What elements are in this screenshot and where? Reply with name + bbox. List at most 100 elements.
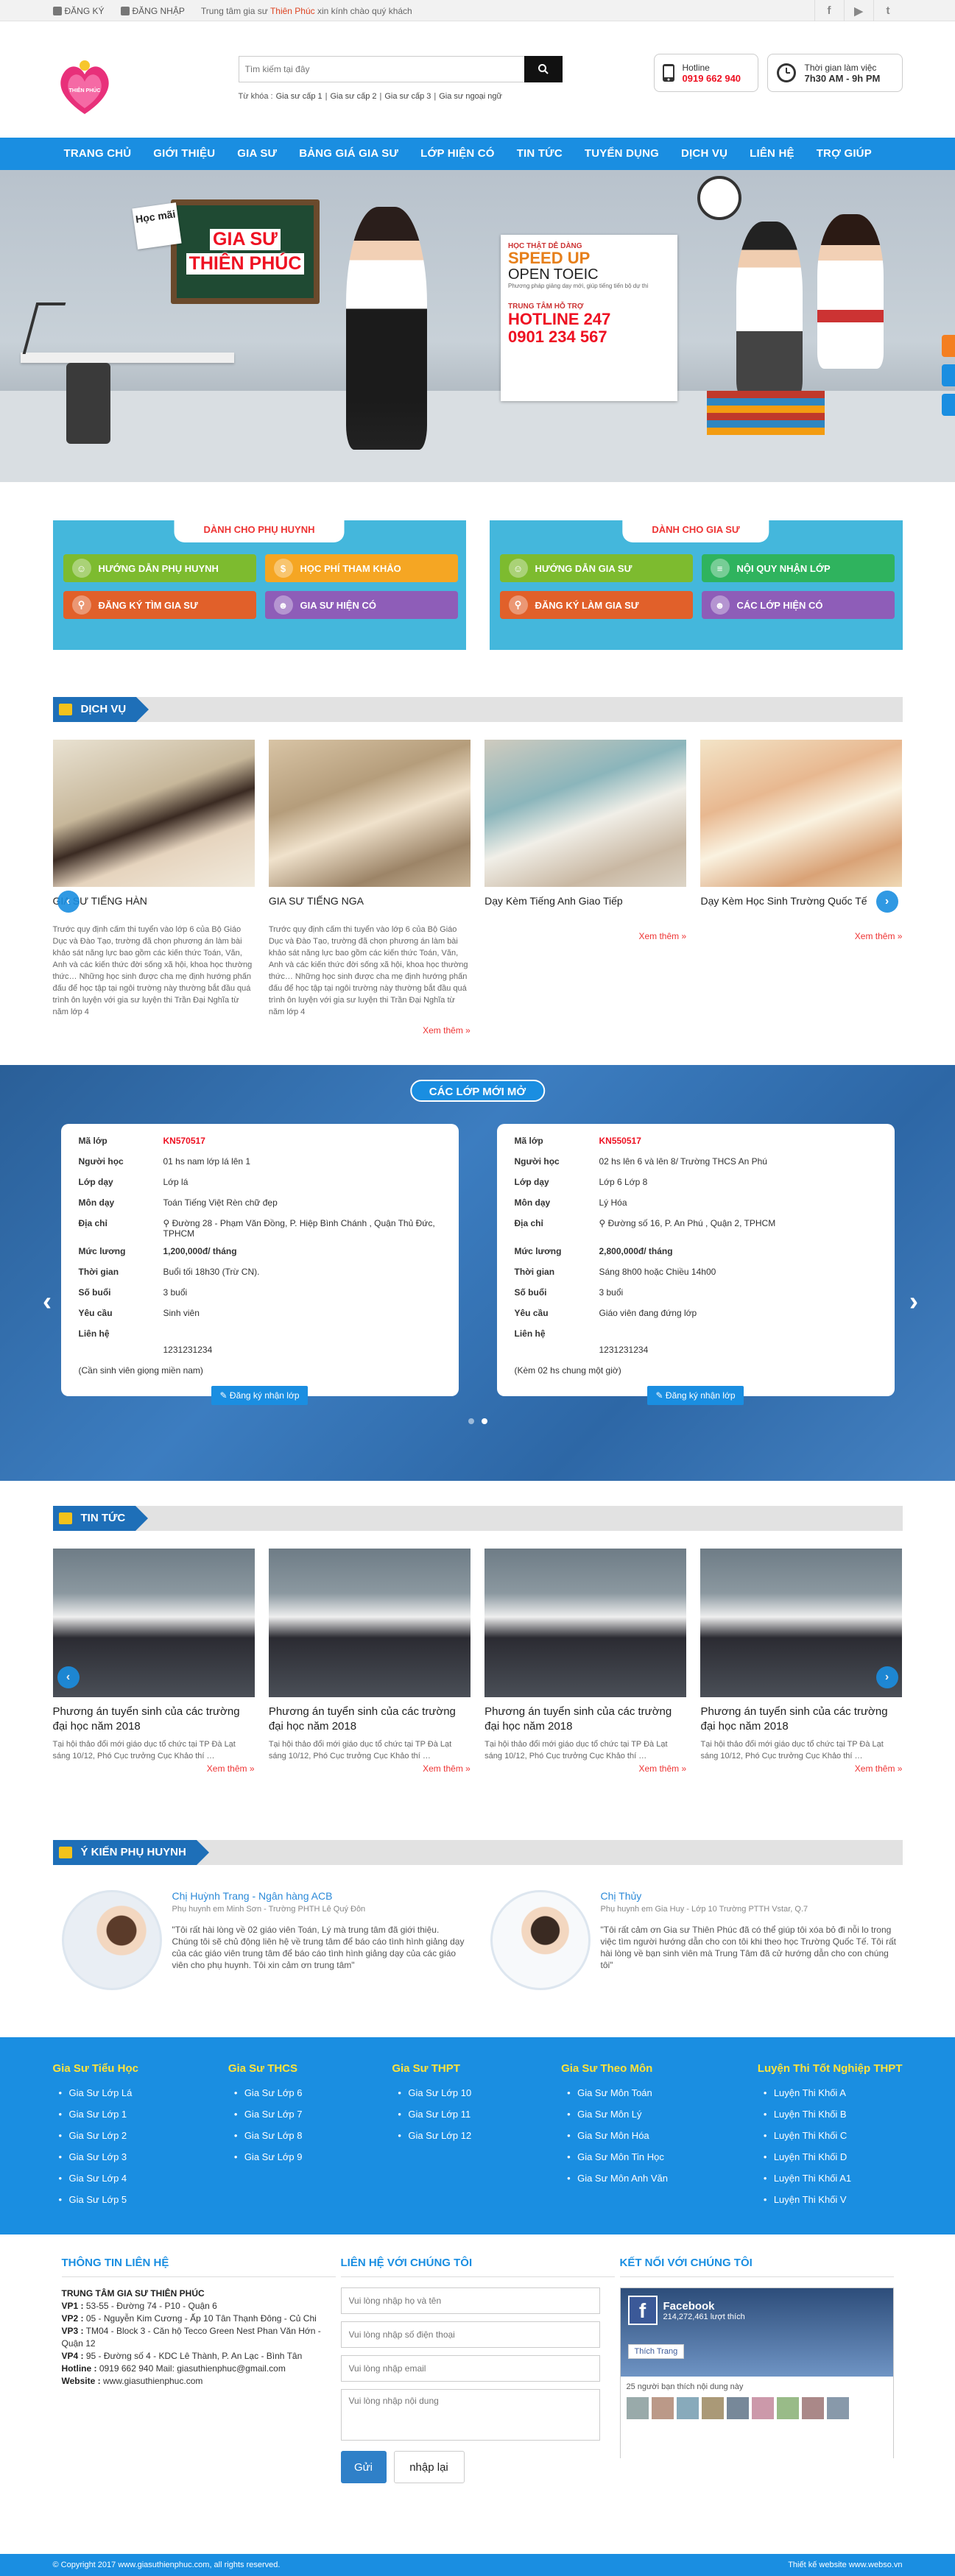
reset-button[interactable]: nhập lại <box>393 2451 465 2483</box>
read-more-link[interactable]: Xem thêm » <box>269 1025 471 1036</box>
classes-prev-button[interactable]: ‹ <box>43 1286 52 1317</box>
nav-news[interactable]: TIN TỨC <box>506 138 574 170</box>
footer-link[interactable]: Gia Sư Lớp 3 <box>53 2146 138 2168</box>
tuition-fee-button[interactable]: $ HỌC PHÍ THAM KHẢO <box>264 554 458 582</box>
phone-field[interactable] <box>340 2321 600 2348</box>
banner-ad[interactable]: HỌC THẬT DỄ DÀNG SPEED UP OPEN TOEIC Phư… <box>501 235 677 401</box>
facebook-widget[interactable]: f Facebook 214,272,461 lượt thích Thích … <box>619 2287 894 2459</box>
like-page-button[interactable]: Thích Trang <box>627 2344 685 2359</box>
keyword-link[interactable]: Gia sư cấp 1 <box>276 92 323 101</box>
friend-avatar <box>676 2397 699 2419</box>
nav-about[interactable]: GIỚI THIỆU <box>142 138 226 170</box>
keyword-link[interactable]: Gia sư cấp 3 <box>384 92 431 101</box>
parent-guide-button[interactable]: ☺ HƯỚNG DẪN PHỤ HUYNH <box>63 554 256 582</box>
footer-link[interactable]: Gia Sư Lớp 5 <box>53 2189 138 2210</box>
register-class-button[interactable]: ✎ Đăng ký nhận lớp <box>646 1386 744 1405</box>
read-more-link[interactable]: Xem thêm » <box>53 1763 255 1774</box>
news-card[interactable]: Phương án tuyển sinh của các trường đại … <box>52 1549 255 1774</box>
service-image <box>52 740 255 887</box>
side-call-button[interactable] <box>942 335 955 357</box>
carousel-prev-button[interactable]: ‹ <box>57 891 80 913</box>
footer-link[interactable]: Luyện Thi Khối C <box>758 2125 903 2146</box>
read-more-link[interactable]: Xem thêm » <box>700 931 903 941</box>
register-link[interactable]: ĐĂNG KÝ <box>52 6 105 16</box>
service-image <box>268 740 471 887</box>
footer-link[interactable]: Gia Sư Lớp 8 <box>228 2125 303 2146</box>
banner-lamp <box>22 302 66 354</box>
hero-banner[interactable]: GIA SƯ THIÊN PHÚC Học mãi HỌC THẬT DỄ DÀN… <box>0 170 955 482</box>
footer-link[interactable]: Gia Sư Lớp 4 <box>53 2168 138 2189</box>
nav-services[interactable]: DỊCH VỤ <box>670 138 739 170</box>
footer-link[interactable]: Gia Sư Môn Hóa <box>561 2125 668 2146</box>
nav-contact[interactable]: LIÊN HỆ <box>739 138 806 170</box>
read-more-link[interactable]: Xem thêm » <box>484 931 686 941</box>
nav-help[interactable]: TRỢ GIÚP <box>806 138 883 170</box>
search-button[interactable] <box>524 56 563 82</box>
footer-link[interactable]: Gia Sư Lớp 7 <box>228 2103 303 2125</box>
email-field[interactable] <box>340 2355 600 2382</box>
nav-pricing[interactable]: BẢNG GIÁ GIA SƯ <box>288 138 409 170</box>
become-tutor-button[interactable]: ⚲ ĐĂNG KÝ LÀM GIA SƯ <box>499 591 693 619</box>
nav-home[interactable]: TRANG CHỦ <box>53 138 143 170</box>
carousel-next-button[interactable]: › <box>875 891 898 913</box>
service-card[interactable]: GIA SƯ TIẾNG HÀN Trước quy định cấm thi … <box>52 740 255 1036</box>
site-logo[interactable]: THIÊN PHÚC <box>53 55 116 118</box>
footer-link[interactable]: Luyện Thi Khối B <box>758 2103 903 2125</box>
send-button[interactable]: Gửi <box>340 2451 387 2483</box>
carousel-dot[interactable] <box>468 1418 474 1424</box>
carousel-prev-button[interactable]: ‹ <box>57 1666 80 1688</box>
news-card[interactable]: Phương án tuyển sinh của các trường đại … <box>268 1549 471 1774</box>
designer-link[interactable]: Thiết kế website www.webso.vn <box>788 2561 902 2569</box>
find-tutor-button[interactable]: ⚲ ĐĂNG KÝ TÌM GIA SƯ <box>63 591 256 619</box>
footer-link[interactable]: Luyện Thi Khối A1 <box>758 2168 903 2189</box>
footer-link[interactable]: Gia Sư Lớp 12 <box>392 2125 471 2146</box>
footer-link[interactable]: Gia Sư Môn Anh Văn <box>561 2168 668 2189</box>
message-field[interactable] <box>340 2389 600 2441</box>
footer-link[interactable]: Gia Sư Lớp Lá <box>53 2082 138 2103</box>
footer-link[interactable]: Gia Sư Lớp 2 <box>53 2125 138 2146</box>
service-card[interactable]: Dạy Kèm Tiếng Anh Giao Tiếp Xem thêm » <box>484 740 687 1036</box>
footer-link[interactable]: Gia Sư Môn Tin Học <box>561 2146 668 2168</box>
footer-link[interactable]: Gia Sư Lớp 9 <box>228 2146 303 2168</box>
nav-tutors[interactable]: GIA SƯ <box>226 138 288 170</box>
footer-link[interactable]: Luyện Thi Khối V <box>758 2189 903 2210</box>
footer-link[interactable]: Gia Sư Môn Lý <box>561 2103 668 2125</box>
register-class-button[interactable]: ✎ Đăng ký nhận lớp <box>211 1386 309 1405</box>
class-rules-button[interactable]: ≡ NỘI QUY NHẬN LỚP <box>701 554 895 582</box>
facebook-icon[interactable]: f <box>814 0 844 21</box>
side-user-button[interactable] <box>942 364 955 386</box>
footer-link[interactable]: Luyện Thi Khối D <box>758 2146 903 2168</box>
footer-link[interactable]: Gia Sư Lớp 11 <box>392 2103 471 2125</box>
name-field[interactable] <box>340 2287 600 2314</box>
hotline-box[interactable]: Hotline 0919 662 940 <box>653 54 758 92</box>
footer-link[interactable]: Gia Sư Lớp 1 <box>53 2103 138 2125</box>
available-classes-button[interactable]: ☻ CÁC LỚP HIỆN CÓ <box>701 591 895 619</box>
youtube-icon[interactable]: ▶ <box>843 0 873 21</box>
footer-link[interactable]: Gia Sư Lớp 10 <box>392 2082 471 2103</box>
search-input[interactable] <box>238 56 524 82</box>
side-chat-button[interactable] <box>942 394 955 416</box>
carousel-next-button[interactable]: › <box>875 1666 898 1688</box>
keyword-link[interactable]: Gia sư cấp 2 <box>330 92 376 101</box>
class-card[interactable]: Mã lớp KN550517 Người học 02 hs lên 6 và l… <box>496 1124 895 1405</box>
twitter-icon[interactable]: t <box>873 0 903 21</box>
read-more-link[interactable]: Xem thêm » <box>700 1763 903 1774</box>
available-tutors-button[interactable]: ☻ GIA SƯ HIỆN CÓ <box>264 591 458 619</box>
footer-link[interactable]: Luyện Thi Khối A <box>758 2082 903 2103</box>
classes-next-button[interactable]: › <box>909 1286 918 1317</box>
read-more-link[interactable]: Xem thêm » <box>269 1763 471 1774</box>
nav-classes[interactable]: LỚP HIỆN CÓ <box>409 138 506 170</box>
news-card[interactable]: Phương án tuyển sinh của các trường đại … <box>484 1549 687 1774</box>
tutor-guide-button[interactable]: ☺ HƯỚNG DẪN GIA SƯ <box>499 554 693 582</box>
keyword-link[interactable]: Gia sư ngoại ngữ <box>439 92 502 101</box>
footer-link[interactable]: Gia Sư Môn Toán <box>561 2082 668 2103</box>
login-link[interactable]: ĐĂNG NHẬP <box>120 6 185 16</box>
read-more-link[interactable]: Xem thêm » <box>484 1763 686 1774</box>
nav-recruit[interactable]: TUYỂN DỤNG <box>574 138 670 170</box>
class-card[interactable]: Mã lớp KN570517 Người học 01 hs nam lớp lá… <box>60 1124 459 1405</box>
service-card[interactable]: Dạy Kèm Học Sinh Trường Quốc Tế Xem thêm… <box>700 740 903 1036</box>
news-card[interactable]: Phương án tuyển sinh của các trường đại … <box>700 1549 903 1774</box>
carousel-dot-active[interactable] <box>481 1418 487 1424</box>
service-card[interactable]: GIA SƯ TIẾNG NGA Trước quy định cấm thi … <box>268 740 471 1036</box>
footer-link[interactable]: Gia Sư Lớp 6 <box>228 2082 303 2103</box>
